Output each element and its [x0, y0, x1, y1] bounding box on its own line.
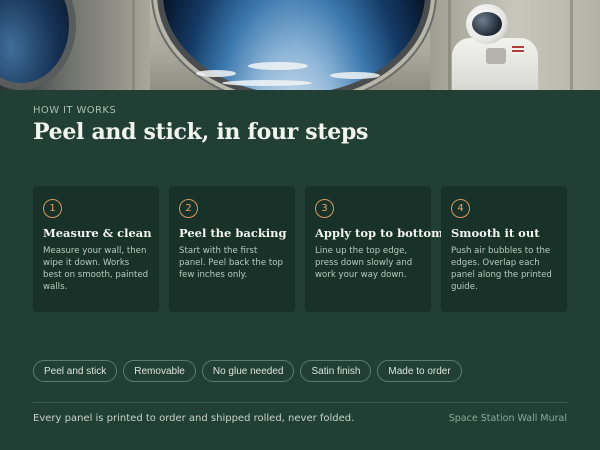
- hero-rib: [448, 0, 451, 90]
- hero-cloud: [248, 62, 308, 70]
- step-description: Line up the top edge, press down slowly …: [315, 246, 413, 280]
- step-title: Measure & clean: [43, 226, 152, 240]
- step-title: Apply top to bottom: [315, 226, 444, 240]
- hero-porthole-earth: [157, 0, 431, 90]
- step-title: Peel the backing: [179, 226, 287, 240]
- astronaut-chest-pack: [486, 48, 506, 64]
- chip-peel-and-stick[interactable]: Peel and stick: [33, 360, 118, 382]
- hero-rib: [132, 0, 135, 90]
- astronaut-flag-patch: [512, 46, 524, 54]
- footer-product-name: Space Station Wall Mural: [448, 413, 567, 424]
- chip-no-glue-needed[interactable]: No glue needed: [201, 360, 295, 382]
- step-description: Measure your wall, then wipe it down. Wo…: [43, 246, 149, 292]
- step-number-badge: 1: [43, 199, 62, 218]
- chip-removable[interactable]: Removable: [123, 360, 196, 382]
- hero-astronaut: [452, 4, 548, 90]
- chip-satin-finish[interactable]: Satin finish: [300, 360, 372, 382]
- hero-cloud: [330, 72, 380, 79]
- hero-cloud: [222, 80, 312, 86]
- hero-rib: [570, 0, 573, 90]
- steps-row: 1 Measure & clean Measure your wall, the…: [33, 186, 567, 312]
- section-title: Peel and stick, in four steps: [33, 119, 369, 145]
- step-number-badge: 4: [451, 199, 470, 218]
- astronaut-visor: [472, 12, 502, 36]
- chip-made-to-order[interactable]: Made to order: [377, 360, 462, 382]
- step-number-badge: 3: [315, 199, 334, 218]
- step-number-badge: 2: [179, 199, 198, 218]
- footer-note: Every panel is printed to order and ship…: [33, 413, 355, 424]
- step-card-1: 1 Measure & clean Measure your wall, the…: [33, 186, 159, 312]
- step-title: Smooth it out: [451, 226, 540, 240]
- astronaut-suit: [452, 38, 538, 90]
- step-description: Push air bubbles to the edges. Overlap e…: [451, 246, 552, 292]
- section-eyebrow: HOW IT WORKS: [33, 105, 117, 116]
- footer-divider: [33, 402, 567, 403]
- step-card-2: 2 Peel the backing Start with the first …: [169, 186, 295, 312]
- step-card-3: 3 Apply top to bottom Line up the top ed…: [305, 186, 444, 312]
- hero-image: [0, 0, 600, 90]
- hero-cloud: [196, 70, 236, 77]
- feature-chips: Peel and stick Removable No glue needed …: [33, 360, 462, 382]
- step-card-4: 4 Smooth it out Push air bubbles to the …: [441, 186, 567, 312]
- step-description: Start with the first panel. Peel back th…: [179, 246, 283, 280]
